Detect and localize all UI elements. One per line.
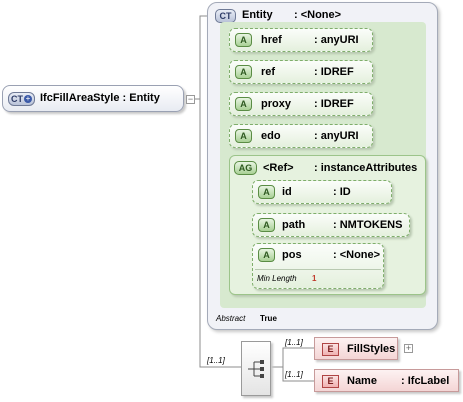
abstract-label: Abstract: [216, 314, 246, 323]
complex-type-type: : <None>: [294, 9, 342, 21]
attribute-badge: A: [235, 33, 252, 47]
attribute-type: : anyURI: [314, 130, 359, 142]
attribute-type: : anyURI: [314, 34, 359, 46]
attribute-name: edo: [261, 130, 281, 142]
facet-divider: [255, 269, 381, 270]
sequence-icon: [248, 360, 264, 378]
root-element-ifcfillareastyle[interactable]: CT + IfcFillAreaStyle : Entity: [2, 85, 184, 112]
element-fillstyles[interactable]: E FillStyles: [314, 337, 398, 360]
attribute-badge: A: [258, 218, 275, 232]
attribute-name: id: [282, 186, 292, 198]
attribute-badge: A: [258, 248, 275, 262]
attribute-edo[interactable]: A edo : anyURI: [229, 124, 373, 148]
attribute-name: href: [261, 34, 282, 46]
element-badge: E: [322, 343, 339, 356]
attribute-href[interactable]: A href : anyURI: [229, 28, 373, 52]
collapse-toggle[interactable]: −: [186, 95, 195, 104]
attribute-ref[interactable]: A ref : IDREF: [229, 60, 373, 84]
attribute-name: pos: [282, 249, 302, 261]
element-cardinality: [1..1]: [285, 370, 303, 379]
attribute-path[interactable]: A path : NMTOKENS: [252, 213, 410, 237]
sequence-to-elements-connector: [271, 347, 314, 368]
element-cardinality: [1..1]: [285, 338, 303, 347]
element-name[interactable]: E Name : IfcLabel: [314, 369, 459, 392]
attribute-name: ref: [261, 66, 276, 78]
root-element-label: IfcFillAreaStyle : Entity: [40, 92, 160, 104]
complex-type-badge: CT: [215, 9, 236, 23]
attribute-group-badge: AG: [234, 161, 257, 175]
attribute-badge: A: [258, 185, 275, 199]
attribute-type: : <None>: [333, 249, 381, 261]
attribute-type: : ID: [333, 186, 351, 198]
attribute-id[interactable]: A id : ID: [252, 180, 392, 204]
attribute-type: : NMTOKENS: [333, 219, 403, 231]
element-type: : IfcLabel: [401, 375, 450, 387]
attribute-group-name: <Ref>: [263, 162, 294, 174]
expand-toggle[interactable]: +: [404, 344, 413, 353]
facet-label: Min Length: [257, 274, 297, 283]
element-name-label: Name: [347, 375, 377, 387]
element-badge: E: [322, 375, 339, 388]
abstract-value: True: [260, 314, 277, 323]
complex-type-name: Entity: [242, 9, 273, 21]
attribute-name: path: [282, 219, 306, 231]
attribute-type: : IDREF: [314, 66, 354, 78]
sequence-cardinality: [1..1]: [207, 356, 225, 365]
sequence-compositor[interactable]: [241, 341, 271, 396]
attribute-badge: A: [235, 129, 252, 143]
element-name: FillStyles: [347, 343, 396, 355]
complex-type-badge: CT +: [8, 92, 35, 106]
attribute-name: proxy: [261, 98, 291, 110]
attribute-badge: A: [235, 65, 252, 79]
attribute-type: : IDREF: [314, 98, 354, 110]
attribute-group-type: : instanceAttributes: [314, 162, 418, 174]
plus-icon: +: [24, 94, 32, 103]
attribute-pos[interactable]: A pos : <None> Min Length 1: [252, 243, 384, 289]
facet-value: 1: [312, 274, 317, 283]
attribute-badge: A: [235, 97, 252, 111]
attribute-proxy[interactable]: A proxy : IDREF: [229, 92, 373, 116]
